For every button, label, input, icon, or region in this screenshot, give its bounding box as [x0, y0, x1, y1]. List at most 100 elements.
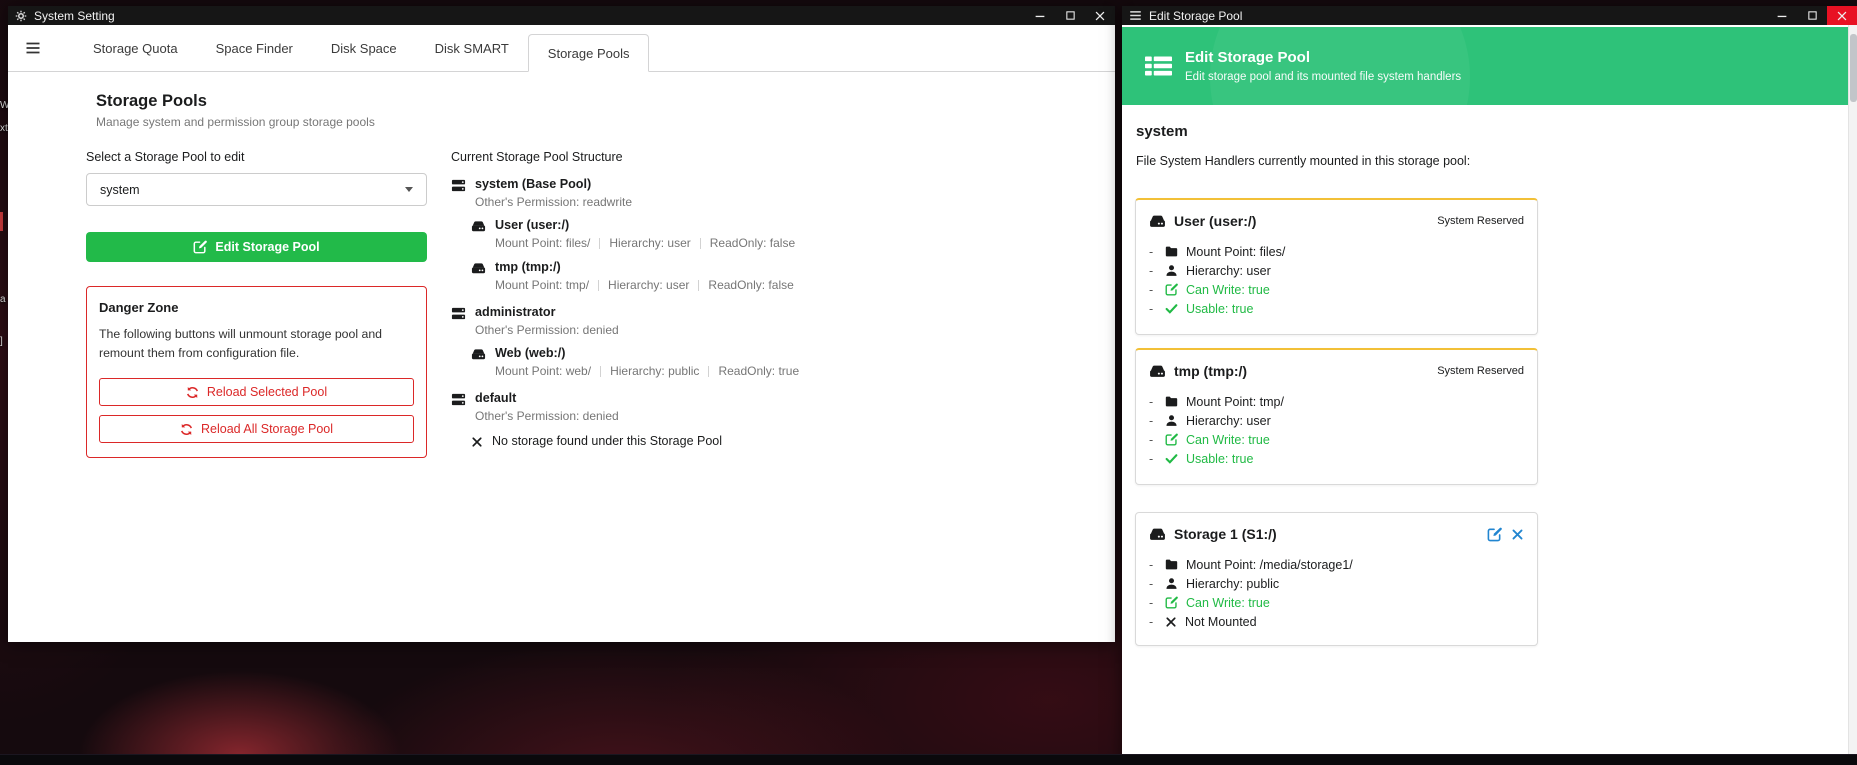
hdd-icon	[1149, 526, 1166, 543]
menu-button[interactable]	[22, 40, 44, 56]
desktop-icon-label-fragment: a	[0, 294, 6, 305]
user-icon	[1165, 264, 1178, 277]
reload-selected-pool-label: Reload Selected Pool	[207, 385, 327, 399]
usable-value: Usable: true	[1186, 452, 1253, 466]
storage-details: Mount Point: web/ Hierarchy: public Read…	[495, 364, 799, 378]
edit-storage-pool-button[interactable]: Edit Storage Pool	[86, 232, 427, 262]
pool-name: default	[475, 391, 619, 406]
divider	[598, 280, 599, 291]
can-write-value: Can Write: true	[1186, 283, 1270, 297]
hdd-icon	[1149, 213, 1166, 230]
taskbar	[0, 754, 1857, 765]
chevron-down-icon	[405, 187, 413, 192]
remove-handler-button[interactable]	[1511, 528, 1524, 541]
user-icon	[1165, 577, 1178, 590]
mount-point-value: Mount Point: /media/storage1/	[1186, 558, 1353, 572]
storage-info: tmp (tmp:/) Mount Point: tmp/ Hierarchy:…	[495, 260, 794, 292]
edit-icon	[1165, 433, 1178, 446]
desktop-icon-fragment	[0, 212, 3, 231]
scrollbar[interactable]	[1848, 25, 1857, 765]
window-controls	[1025, 6, 1115, 25]
edit-handler-button[interactable]	[1487, 527, 1502, 542]
hdd-icon	[471, 346, 486, 378]
usable-value: Usable: true	[1186, 302, 1253, 316]
server-icon	[451, 305, 466, 337]
system-setting-window: System Setting Storage Quota Space Finde…	[8, 6, 1115, 642]
folder-icon	[1165, 245, 1178, 258]
edit-icon	[1165, 283, 1178, 296]
desktop-icon-label-fragment: xt	[0, 123, 8, 134]
handler-name: User (user:/)	[1174, 213, 1256, 229]
storage-pool-select[interactable]: system	[86, 173, 427, 206]
scrollbar-thumb[interactable]	[1850, 34, 1857, 102]
times-icon	[471, 435, 483, 448]
storage-details: Mount Point: files/ Hierarchy: user Read…	[495, 236, 795, 250]
storage-details: Mount Point: tmp/ Hierarchy: user ReadOn…	[495, 278, 794, 292]
pool-info: administrator Other's Permission: denied	[475, 305, 619, 337]
edit-icon	[193, 240, 207, 254]
mount-point-row: Mount Point: /media/storage1/	[1149, 555, 1524, 574]
maximize-button[interactable]	[1797, 6, 1827, 25]
can-write-row: Can Write: true	[1149, 430, 1524, 449]
storage-readonly: ReadOnly: false	[710, 236, 795, 250]
tab-storage-pools[interactable]: Storage Pools	[528, 34, 650, 72]
usable-row: Usable: true	[1149, 449, 1524, 468]
desktop-icon-label-fragment: ]	[0, 336, 3, 347]
can-write-row: Can Write: true	[1149, 280, 1524, 299]
edit-icon	[1165, 596, 1178, 609]
pool-permission: Other's Permission: denied	[475, 323, 619, 337]
close-button[interactable]	[1827, 6, 1857, 25]
divider	[600, 366, 601, 377]
handlers-description: File System Handlers currently mounted i…	[1136, 154, 1470, 168]
banner-subtitle: Edit storage pool and its mounted file s…	[1185, 71, 1461, 83]
mount-point-row: Mount Point: files/	[1149, 242, 1524, 261]
mount-point-value: Mount Point: tmp/	[1186, 395, 1284, 409]
tab-space-finder[interactable]: Space Finder	[197, 41, 312, 56]
maximize-button[interactable]	[1055, 6, 1085, 25]
settings-tabbar: Storage Quota Space Finder Disk Space Di…	[8, 25, 1115, 72]
fs-handler-card: tmp (tmp:/) System Reserved Mount Point:…	[1135, 348, 1538, 485]
edit-pool-titlebar: Edit Storage Pool	[1122, 6, 1857, 25]
times-icon	[1165, 616, 1177, 628]
card-header: User (user:/) System Reserved	[1149, 210, 1524, 232]
tab-storage-quota[interactable]: Storage Quota	[74, 41, 197, 56]
divider	[698, 280, 699, 291]
danger-zone-description: The following buttons will unmount stora…	[99, 325, 414, 363]
close-button[interactable]	[1085, 6, 1115, 25]
can-write-value: Can Write: true	[1186, 596, 1270, 610]
danger-zone-title: Danger Zone	[99, 300, 414, 315]
gear-icon	[15, 10, 27, 22]
hierarchy-value: Hierarchy: user	[1186, 414, 1271, 428]
menu-icon	[1129, 9, 1142, 22]
divider	[700, 238, 701, 249]
system-setting-titlebar: System Setting	[8, 6, 1115, 25]
tab-disk-space[interactable]: Disk Space	[312, 41, 416, 56]
pool-selection-column: Select a Storage Pool to edit system Edi…	[86, 150, 427, 458]
sync-icon	[180, 423, 193, 436]
handler-properties: Mount Point: files/ Hierarchy: user Can …	[1149, 242, 1524, 318]
can-write-value: Can Write: true	[1186, 433, 1270, 447]
check-icon	[1165, 302, 1178, 315]
reload-selected-pool-button[interactable]: Reload Selected Pool	[99, 378, 414, 406]
minimize-button[interactable]	[1767, 6, 1797, 25]
page-header: Storage Pools Manage system and permissi…	[96, 92, 375, 129]
pool-structure-column: Current Storage Pool Structure system (B…	[451, 150, 1091, 448]
pool-item: administrator Other's Permission: denied…	[451, 305, 1091, 378]
not-mounted-row: Not Mounted	[1149, 612, 1524, 631]
tab-disk-smart[interactable]: Disk SMART	[416, 41, 528, 56]
pool-item: system (Base Pool) Other's Permission: r…	[451, 177, 1091, 292]
user-icon	[1165, 414, 1178, 427]
system-reserved-badge: System Reserved	[1437, 365, 1524, 377]
sync-icon	[186, 386, 199, 399]
minimize-button[interactable]	[1025, 6, 1055, 25]
server-icon	[451, 177, 466, 209]
storage-info: Web (web:/) Mount Point: web/ Hierarchy:…	[495, 346, 799, 378]
edit-pool-banner: Edit Storage Pool Edit storage pool and …	[1122, 27, 1848, 105]
hdd-icon	[471, 218, 486, 250]
storage-hierarchy: Hierarchy: user	[608, 278, 689, 292]
pool-item: default Other's Permission: denied No st…	[451, 391, 1091, 448]
reload-all-pool-button[interactable]: Reload All Storage Pool	[99, 415, 414, 443]
hierarchy-value: Hierarchy: public	[1186, 577, 1279, 591]
pool-children: Web (web:/) Mount Point: web/ Hierarchy:…	[471, 346, 1091, 378]
fs-handler-card: User (user:/) System Reserved Mount Poin…	[1135, 198, 1538, 335]
